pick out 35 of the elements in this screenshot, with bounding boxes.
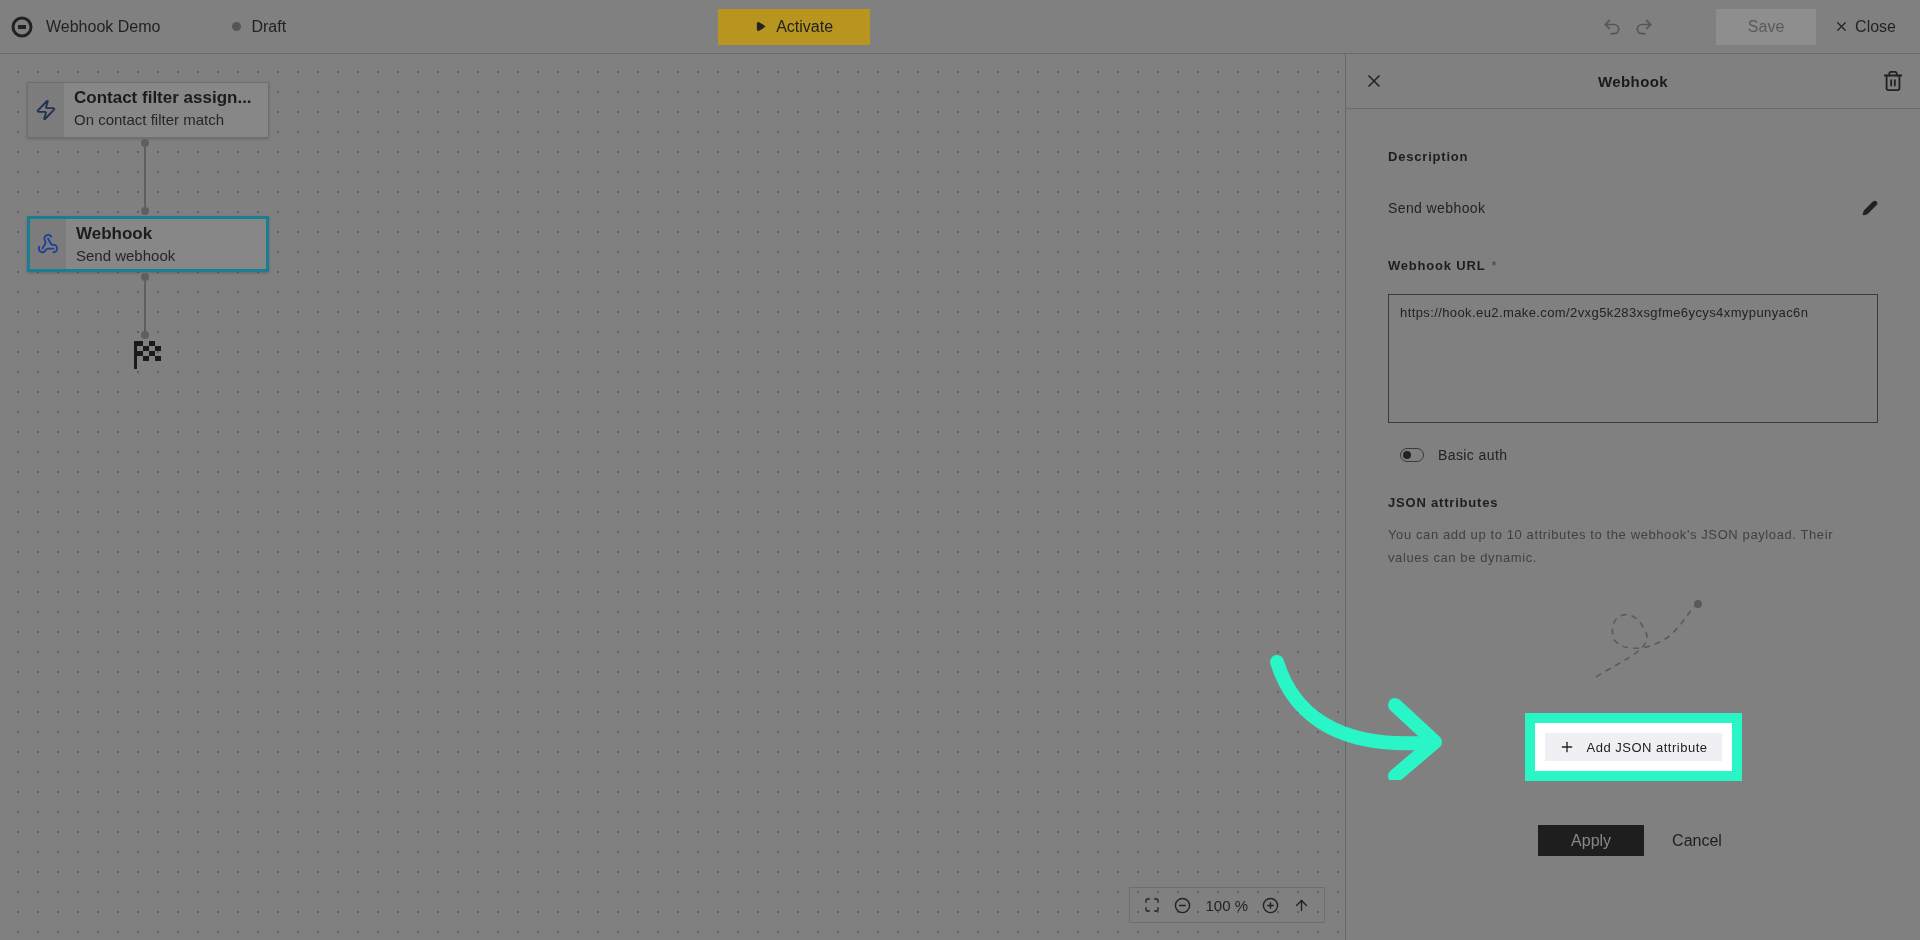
- zoom-in-icon[interactable]: [1262, 896, 1279, 914]
- toggle-label: Basic auth: [1438, 447, 1508, 463]
- node-subtitle: On contact filter match: [74, 111, 226, 128]
- node-title: Webhook: [76, 224, 154, 244]
- logo-icon: [10, 14, 34, 39]
- status-label: Draft: [251, 17, 287, 36]
- description-label: Description: [1388, 149, 1470, 164]
- activate-button[interactable]: Activate: [718, 8, 871, 45]
- url-label: Webhook URL: [1388, 258, 1486, 273]
- help-text: You can add up to 10 attributes to the webhook's JSON payload. Their values can be dynamic.: [1388, 526, 1835, 567]
- finish-flag-icon: [133, 340, 161, 370]
- panel-title: Webhook: [1598, 72, 1668, 90]
- status-dot-icon: [232, 22, 242, 31]
- description-value: Send webhook: [1388, 200, 1486, 216]
- json-attributes-label: JSON attributes: [1388, 495, 1499, 510]
- add-json-attribute-button[interactable]: Add JSON attribute: [1544, 733, 1722, 761]
- apply-button[interactable]: Apply: [1538, 825, 1645, 856]
- zoom-level: 100 %: [1205, 896, 1248, 914]
- app-title: Webhook Demo: [46, 17, 161, 36]
- flow-node[interactable]: Webhook Send webhook: [27, 216, 269, 272]
- required-mark: *: [1491, 258, 1497, 273]
- pencil-icon[interactable]: [1862, 200, 1878, 216]
- play-icon: [755, 21, 767, 32]
- close-button[interactable]: Close: [1828, 16, 1902, 37]
- lightning-icon: [35, 99, 57, 121]
- connector-line: [140, 272, 150, 340]
- fit-screen-icon[interactable]: [1144, 897, 1161, 913]
- cancel-button[interactable]: Cancel: [1666, 830, 1728, 851]
- node-subtitle: Send webhook: [76, 247, 176, 264]
- node-title: Contact filter assign...: [74, 88, 252, 108]
- webhook-icon: [37, 233, 59, 255]
- flow-node[interactable]: Contact filter assign... On contact filter match: [27, 82, 269, 138]
- trash-icon[interactable]: [1882, 70, 1904, 92]
- url-field[interactable]: https://hook.eu2.make.com/2vxg5k283xsgfme6ycys4xmypunyac6n: [1388, 294, 1878, 423]
- zoom-out-icon[interactable]: [1174, 896, 1192, 914]
